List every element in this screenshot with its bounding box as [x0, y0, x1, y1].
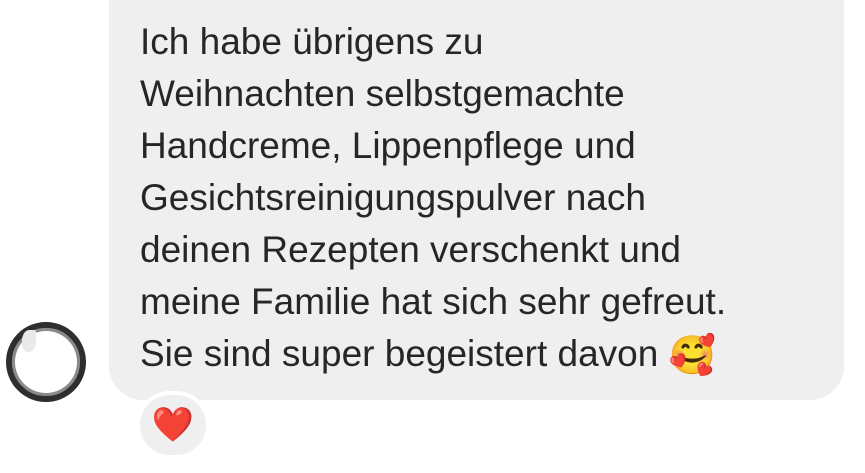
smiling-face-with-hearts-emoji: 🥰: [668, 333, 716, 377]
avatar-image-detail: [22, 330, 36, 352]
message-line: Gesichtsreinigungspulver nach: [140, 177, 646, 218]
message-line-last: Sie sind super begeistert davon 🥰: [140, 328, 830, 381]
message-line: Ich habe übrigens zu: [140, 21, 484, 62]
message-text: Ich habe übrigens zu Weihnachten selbstg…: [140, 16, 830, 381]
heart-icon: ❤️: [151, 406, 195, 444]
avatar[interactable]: [6, 322, 86, 402]
message-line: meine Familie hat sich sehr gefreut.: [140, 281, 727, 322]
message-line: Weihnachten selbstgemachte: [140, 73, 625, 114]
message-line-text: Sie sind super begeistert davon: [140, 333, 669, 374]
message-line: deinen Rezepten verschenkt und: [140, 229, 681, 270]
message-line: Handcreme, Lippenpflege und: [140, 125, 636, 166]
conversation-thread: Ich habe übrigens zu Weihnachten selbstg…: [0, 0, 865, 473]
reaction-badge[interactable]: ❤️: [136, 391, 210, 459]
